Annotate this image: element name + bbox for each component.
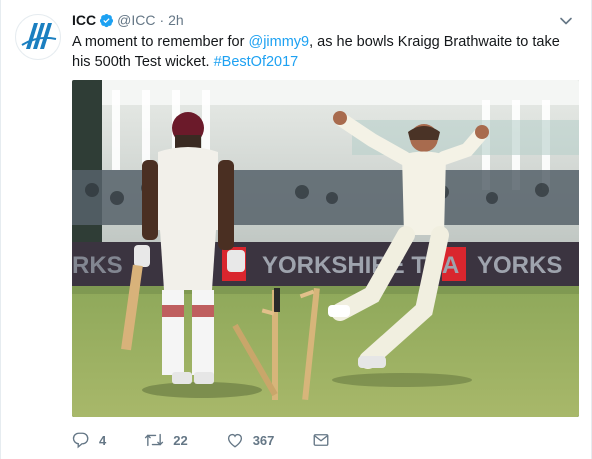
envelope-icon [313, 434, 329, 446]
tweet-actions: 4 22 367 [72, 430, 377, 450]
separator-dot: · [159, 12, 165, 28]
direct-message-button[interactable] [312, 431, 339, 449]
tweet-card: ICC @ICC · 2h A moment to remember for @jim… [0, 0, 592, 459]
verified-badge-icon [99, 13, 114, 32]
like-button[interactable]: 367 [226, 431, 275, 449]
tweet-photo[interactable]: RKS YORKSHIRE TEA YORKS [72, 80, 579, 417]
svg-text:YORKS: YORKS [477, 252, 562, 279]
cricket-photo: RKS YORKSHIRE TEA YORKS [72, 80, 579, 417]
retweet-icon [145, 433, 164, 447]
retweet-count: 22 [173, 432, 188, 448]
svg-text:RKS: RKS [72, 252, 123, 279]
mention-link[interactable]: @jimmy9 [248, 34, 309, 50]
reply-icon [72, 432, 89, 449]
heart-icon [227, 433, 242, 448]
tweet-timestamp[interactable]: 2h [168, 12, 184, 28]
icc-logo-icon [21, 23, 57, 49]
author-handle[interactable]: @ICC [117, 12, 155, 28]
chevron-down-icon[interactable] [559, 14, 573, 33]
avatar[interactable] [15, 14, 61, 60]
author-name[interactable]: ICC [72, 12, 96, 28]
tweet-text: A moment to remember for @jimmy9, as he … [72, 32, 572, 72]
hashtag-link[interactable]: #BestOf2017 [214, 54, 299, 70]
reply-count: 4 [99, 432, 107, 448]
retweet-button[interactable]: 22 [144, 431, 188, 449]
tweet-header: ICC @ICC · 2h [72, 11, 184, 32]
like-count: 367 [252, 432, 275, 448]
reply-button[interactable]: 4 [72, 431, 106, 449]
tweet-text-part: A moment to remember for [72, 34, 249, 50]
